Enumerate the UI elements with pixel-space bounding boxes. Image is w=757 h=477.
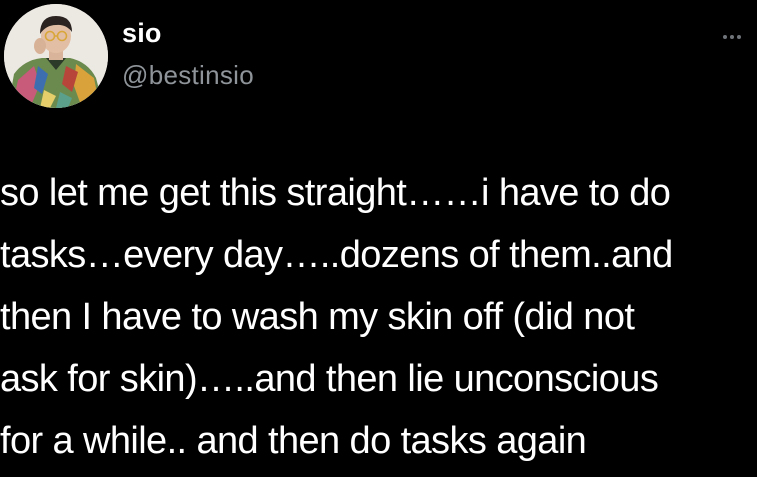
tweet-text-line: then I have to wash my skin off (did not <box>0 296 635 338</box>
more-dot <box>723 34 727 39</box>
tweet-text-line: for a while.. and then do tasks again <box>0 420 587 462</box>
more-horizontal-icon[interactable] <box>723 28 753 40</box>
author-display-name[interactable]: sio <box>122 18 162 49</box>
more-dot <box>730 34 734 39</box>
tweet-text-line: so let me get this straight……i have to d… <box>0 172 671 214</box>
tweet-text: so let me get this straight……i have to d… <box>0 162 757 472</box>
author-avatar[interactable] <box>4 4 108 108</box>
author-handle[interactable]: @bestinsio <box>122 60 254 91</box>
tweet-text-line: ask for skin)…..and then lie unconscious <box>0 358 659 400</box>
tweet-text-line: tasks…every day…..dozens of them..and <box>0 234 673 276</box>
more-dot <box>737 34 741 39</box>
tweet-card: sio @bestinsio so let me get this straig… <box>0 0 757 477</box>
avatar-image <box>4 4 108 108</box>
